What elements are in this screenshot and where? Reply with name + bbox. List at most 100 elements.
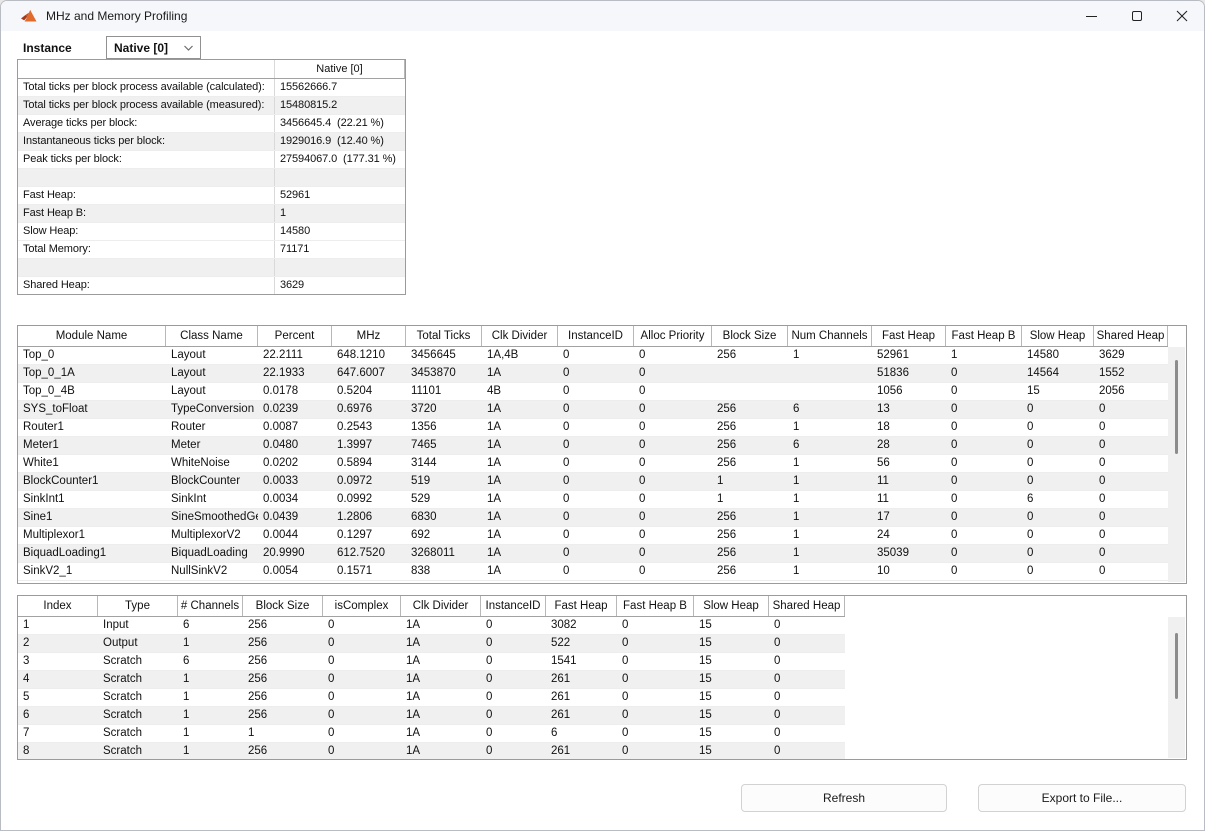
table-cell[interactable]: 15 [694,725,769,742]
table-row[interactable]: SinkV2_1NullSinkV20.00540.15718381A00256… [18,563,1168,581]
table-cell[interactable]: 0 [323,671,401,688]
table-cell[interactable]: 3720 [406,401,482,418]
table-cell[interactable]: 0 [634,509,712,526]
table-cell[interactable]: 0.5894 [332,455,406,472]
table-cell[interactable]: Fast Heap B: [18,205,275,222]
table-cell[interactable]: 6 [178,653,243,670]
table-cell[interactable]: 256 [712,455,788,472]
table-cell[interactable]: 0 [323,725,401,742]
table-cell[interactable]: NullSinkV2 [166,563,258,580]
table-cell[interactable]: Scratch [98,689,178,706]
table-cell[interactable]: 0 [946,545,1022,562]
table-cell[interactable]: 1 [788,473,872,490]
table-cell[interactable]: 27594067.0 (177.31 %) [275,151,405,168]
table-cell[interactable]: 0 [558,419,634,436]
table-cell[interactable]: 256 [712,401,788,418]
table-cell[interactable]: 1A [482,545,558,562]
export-to-file-button[interactable]: Export to File... [978,784,1186,812]
table-cell[interactable]: 15 [1022,383,1094,400]
table-cell[interactable]: 3456645.4 (22.21 %) [275,115,405,132]
table-cell[interactable]: 0.0992 [332,491,406,508]
table-cell[interactable]: 0 [558,347,634,364]
table-cell[interactable]: 1A [401,743,481,760]
table-cell[interactable]: 0 [323,617,401,634]
table-cell[interactable]: 7465 [406,437,482,454]
table-cell[interactable] [788,365,872,382]
table-cell[interactable]: 56 [872,455,946,472]
table-cell[interactable]: 1 [788,509,872,526]
table-cell[interactable]: 0 [769,653,845,670]
table-cell[interactable]: 0 [1022,545,1094,562]
table-cell[interactable]: 1A [401,707,481,724]
table-cell[interactable]: 0 [769,617,845,634]
table-cell[interactable]: 1A [401,689,481,706]
table-cell[interactable]: 0 [481,617,546,634]
table-cell[interactable]: 1A [482,527,558,544]
table-cell[interactable]: 22.2111 [258,347,332,364]
table-row[interactable]: Average ticks per block:3456645.4 (22.21… [18,115,405,133]
table-cell[interactable]: 612.7520 [332,545,406,562]
table-row[interactable]: 8Scratch125601A02610150 [18,743,845,760]
table-cell[interactable]: 256 [243,653,323,670]
table-cell[interactable]: 1A [401,653,481,670]
table-row[interactable]: SinkInt1SinkInt0.00340.09925291A00111106… [18,491,1168,509]
table-cell[interactable]: 1929016.9 (12.40 %) [275,133,405,150]
table-cell[interactable]: 51836 [872,365,946,382]
table-cell[interactable]: BiquadLoading [166,545,258,562]
table-cell[interactable]: 0 [634,365,712,382]
table-cell[interactable]: 28 [872,437,946,454]
table-cell[interactable]: 0 [634,455,712,472]
table-cell[interactable]: 15 [694,671,769,688]
table-cell[interactable]: 0.5204 [332,383,406,400]
table-cell[interactable] [18,169,275,186]
table-cell[interactable]: 14564 [1022,365,1094,382]
table-cell[interactable]: 1 [178,707,243,724]
table-cell[interactable]: 0 [617,653,694,670]
table-cell[interactable]: 261 [546,707,617,724]
table-row[interactable]: Multiplexor1MultiplexorV20.00440.1297692… [18,527,1168,545]
table-cell[interactable]: 0 [1022,527,1094,544]
table-cell[interactable]: 0 [946,473,1022,490]
table-row[interactable]: Total ticks per block process available … [18,79,405,97]
table-cell[interactable]: 3456645 [406,347,482,364]
table-cell[interactable]: 256 [243,743,323,760]
table-cell[interactable]: 5 [18,689,98,706]
table-cell[interactable]: 1A [401,725,481,742]
table-cell[interactable]: 0.1297 [332,527,406,544]
table-cell[interactable]: 3629 [1094,347,1168,364]
table-cell[interactable]: 1A [482,437,558,454]
table-cell[interactable]: 22.1933 [258,365,332,382]
table-cell[interactable]: 0.0054 [258,563,332,580]
table-cell[interactable]: 0 [1094,563,1168,580]
table-cell[interactable]: 256 [243,617,323,634]
maximize-button[interactable] [1114,1,1159,31]
table-cell[interactable]: 0 [769,671,845,688]
table-cell[interactable]: 3 [18,653,98,670]
table-cell[interactable]: Scratch [98,653,178,670]
table-cell[interactable]: BiquadLoading1 [18,545,166,562]
table-cell[interactable]: 1356 [406,419,482,436]
table-cell[interactable]: 256 [712,419,788,436]
table-cell[interactable]: 0 [1094,437,1168,454]
table-row[interactable]: Top_0Layout22.2111648.121034566451A,4B00… [18,347,1168,365]
table-cell[interactable]: 0 [617,635,694,652]
table-cell[interactable]: 0 [946,383,1022,400]
table-row[interactable]: 3Scratch625601A015410150 [18,653,845,671]
table-cell[interactable]: 6 [1022,491,1094,508]
table-cell[interactable]: 0 [634,473,712,490]
table-cell[interactable]: 1056 [872,383,946,400]
table-cell[interactable]: Fast Heap: [18,187,275,204]
table-cell[interactable]: 15 [694,689,769,706]
table-cell[interactable]: 648.1210 [332,347,406,364]
table-cell[interactable]: 0 [1022,437,1094,454]
table-cell[interactable]: 1 [178,725,243,742]
buffer-table-scrollbar-thumb[interactable] [1175,633,1178,699]
table-cell[interactable]: 0 [1022,419,1094,436]
table-cell[interactable]: 15562666.7 [275,79,405,96]
table-row[interactable] [18,259,405,277]
table-cell[interactable]: SYS_toFloat [18,401,166,418]
table-cell[interactable]: 261 [546,743,617,760]
table-cell[interactable]: 1 [712,473,788,490]
table-cell[interactable]: 1 [178,635,243,652]
table-cell[interactable]: 692 [406,527,482,544]
